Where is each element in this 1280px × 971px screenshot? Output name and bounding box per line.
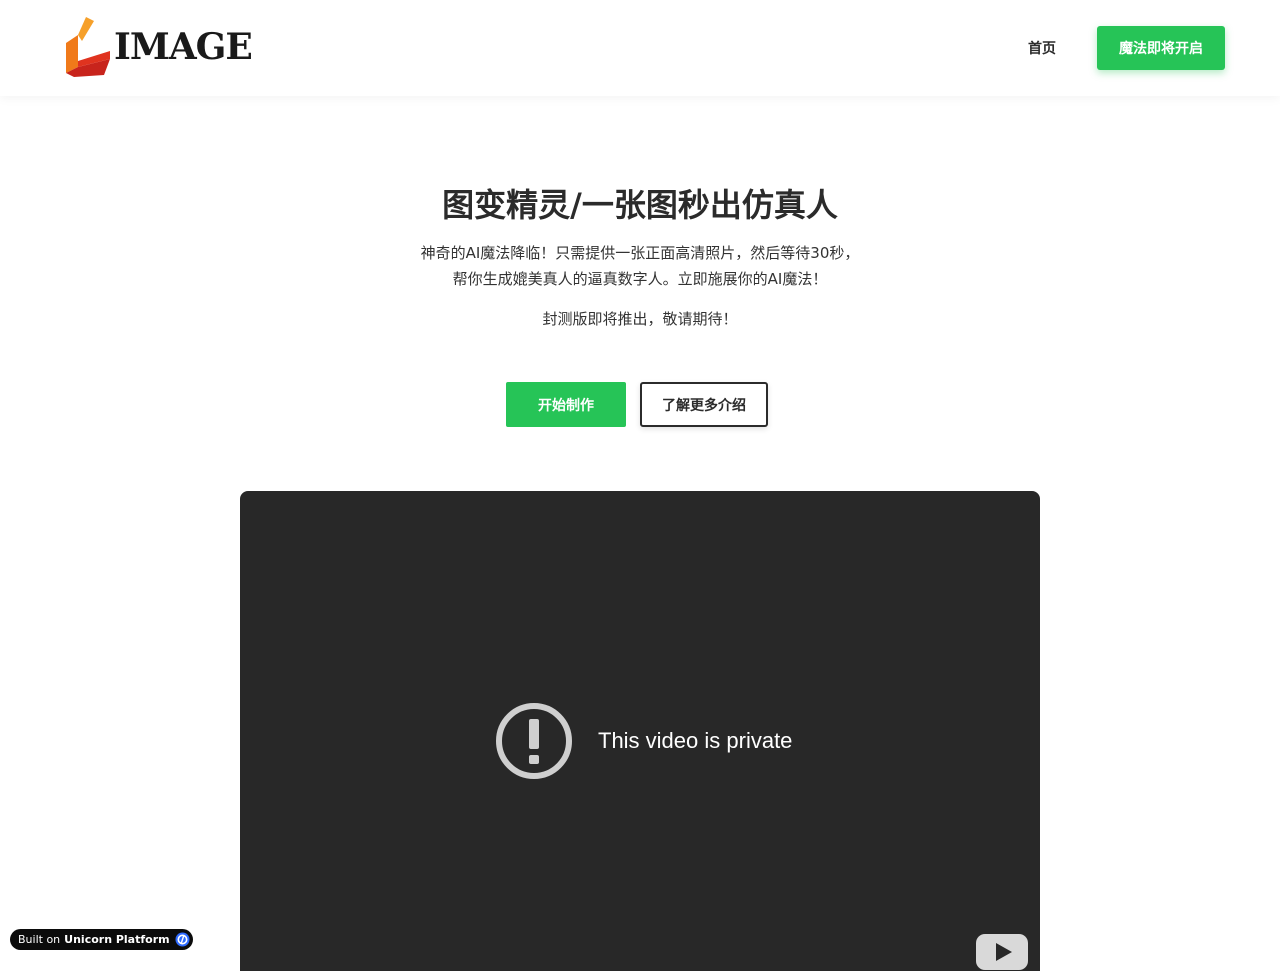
start-button[interactable]: 开始制作 xyxy=(506,382,626,427)
logo-text: IMAGE xyxy=(114,26,253,68)
nav-home-link[interactable]: 首页 xyxy=(1028,38,1056,58)
page-title: 图变精灵/一张图秒出仿真人 xyxy=(442,186,838,224)
logo-icon xyxy=(66,17,110,77)
youtube-icon[interactable] xyxy=(976,934,1028,970)
learn-more-button[interactable]: 了解更多介绍 xyxy=(640,382,768,427)
alert-icon xyxy=(496,703,572,779)
hero-note: 封测版即将推出，敬请期待！ xyxy=(542,310,738,328)
unicorn-platform-icon xyxy=(175,932,190,947)
badge-brand: Unicorn Platform xyxy=(64,933,170,946)
magic-cta-button[interactable]: 魔法即将开启 xyxy=(1097,26,1225,70)
hero-description: 神奇的AI魔法降临！只需提供一张正面高清照片，然后等待30秒，帮你生成媲美真人的… xyxy=(420,244,860,288)
video-private-message: This video is private xyxy=(494,701,792,781)
video-player[interactable]: This video is private xyxy=(240,491,1040,971)
site-header: IMAGE 首页 魔法即将开启 xyxy=(0,0,1280,96)
video-status-text: This video is private xyxy=(598,728,793,753)
site-logo[interactable]: IMAGE xyxy=(64,14,253,78)
badge-prefix: Built on xyxy=(18,933,61,946)
built-on-badge[interactable]: Built on Unicorn Platform xyxy=(10,929,193,950)
